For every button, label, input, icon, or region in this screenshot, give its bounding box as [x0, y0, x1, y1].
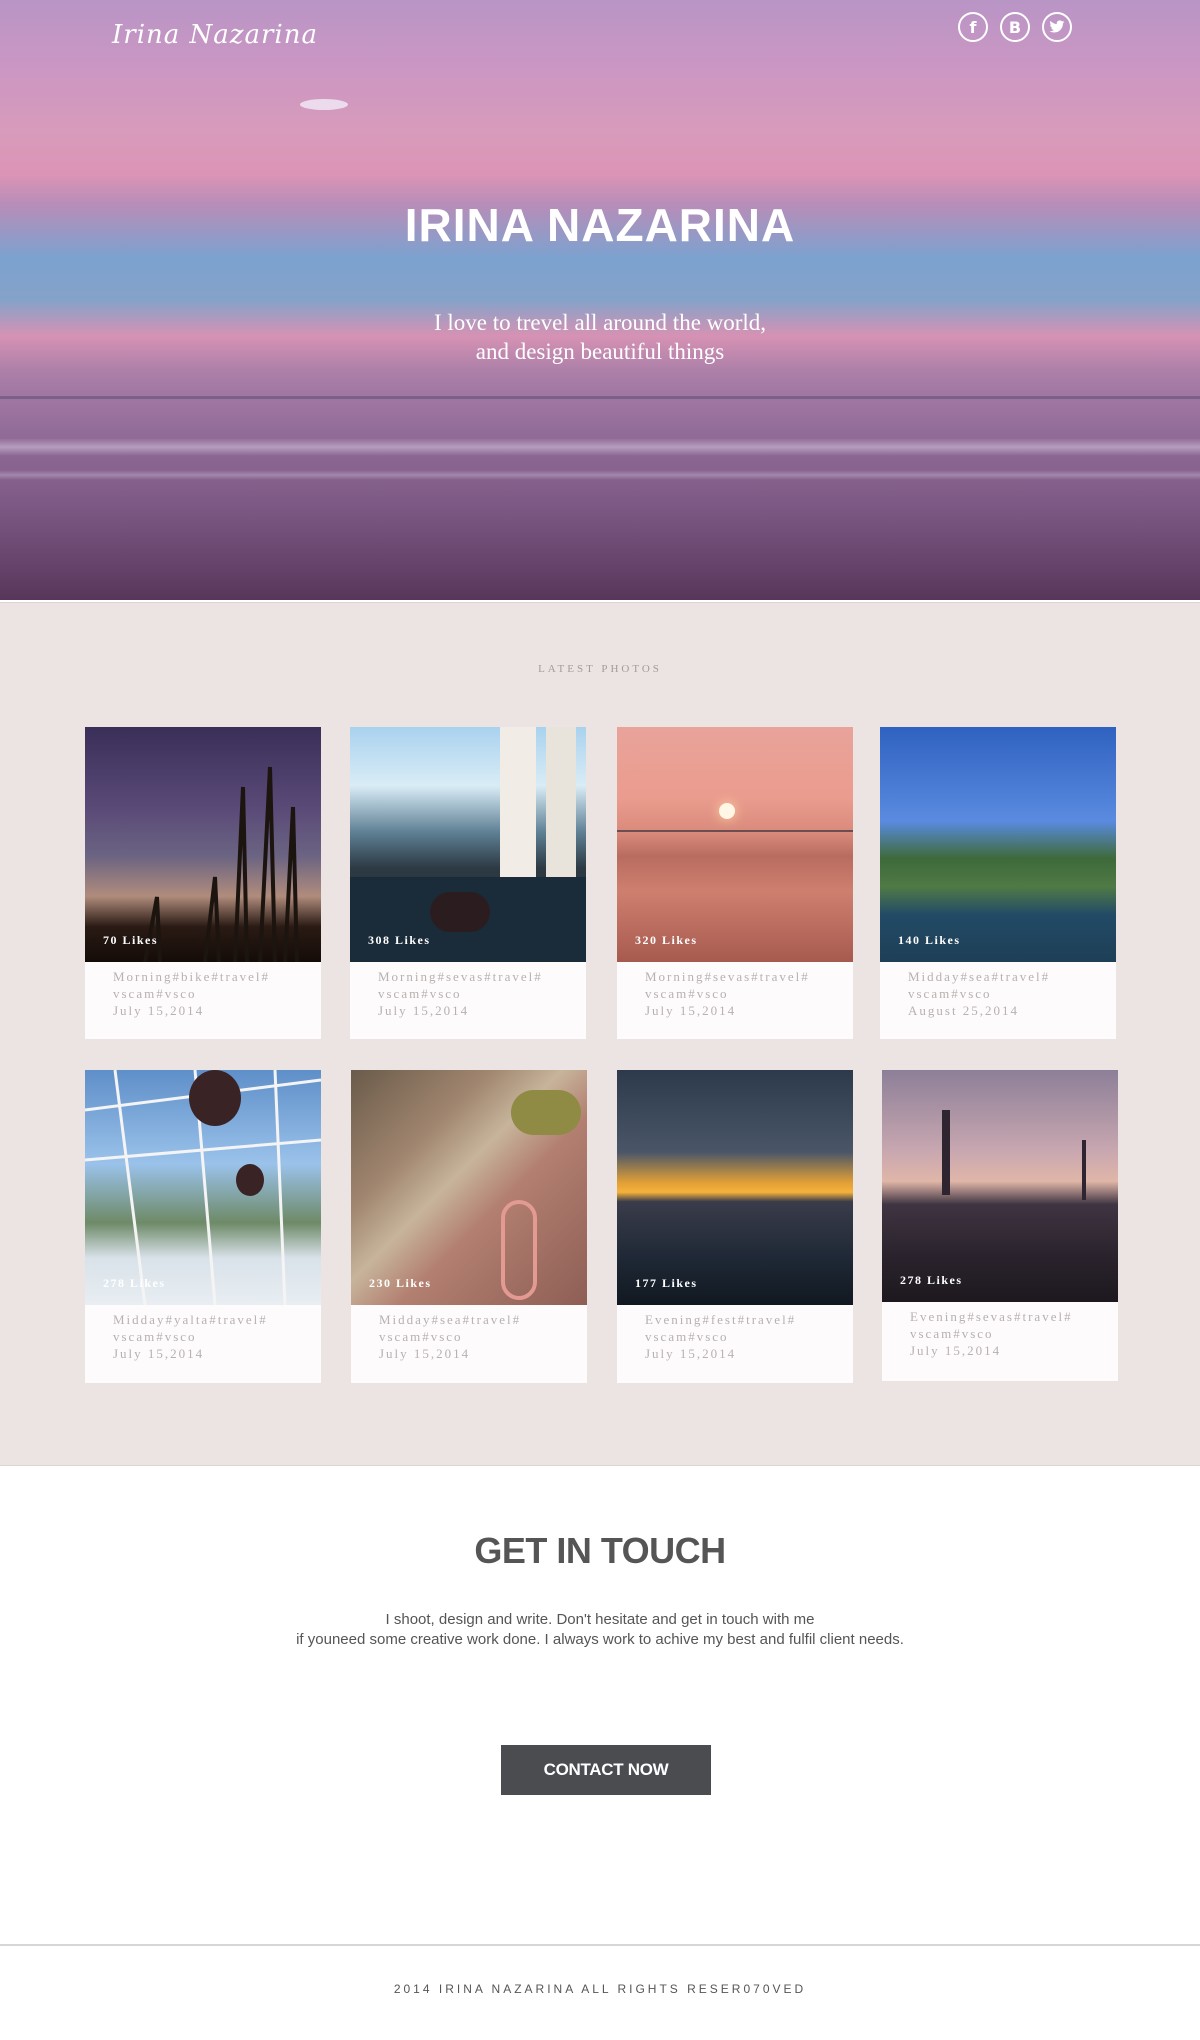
- contact-text-line: I shoot, design and write. Don't hesitat…: [385, 1611, 815, 1628]
- contact-title: GET IN TOUCH: [474, 1530, 726, 1571]
- photo-thumbnail[interactable]: 278 Likes: [882, 1070, 1118, 1302]
- photo-tags: Morning#sevas#travel#: [645, 969, 810, 984]
- photo-thumbnail[interactable]: 278 Likes: [85, 1070, 321, 1305]
- photo-tags: Evening#fest#travel#: [645, 1312, 797, 1327]
- photo-meta: Morning#sevas#travel# vscam#vsco July 15…: [617, 962, 853, 1037]
- photo-card[interactable]: 140 Likes Midday#sea#travel# vscam#vsco …: [880, 727, 1116, 1039]
- horizon-line: [617, 830, 853, 832]
- twitter-bird-icon: [1049, 20, 1065, 33]
- photo-date: July 15,2014: [645, 1003, 737, 1018]
- photo-tags: Midday#yalta#travel#: [113, 1312, 268, 1327]
- photo-meta: Midday#yalta#travel# vscam#vsco July 15,…: [85, 1305, 321, 1380]
- contact-now-button[interactable]: CONTACT NOW: [501, 1745, 711, 1795]
- wave-foam: [0, 438, 1200, 456]
- twitter-icon[interactable]: [1042, 12, 1072, 42]
- photo-date: July 15,2014: [910, 1343, 1002, 1358]
- site-logo[interactable]: Irina Nazarina: [112, 20, 318, 50]
- photo-card[interactable]: 320 Likes Morning#sevas#travel# vscam#vs…: [617, 727, 853, 1039]
- photo-tags: Midday#sea#travel#: [908, 969, 1051, 984]
- contact-text: I shoot, design and write. Don't hesitat…: [0, 1610, 1200, 1650]
- photo-meta: Midday#sea#travel# vscam#vsco August 25,…: [880, 962, 1116, 1037]
- photo-tags: vscam#vsco: [645, 1329, 729, 1344]
- photo-card[interactable]: 308 Likes Morning#sevas#travel# vscam#vs…: [350, 727, 586, 1039]
- pavilion-frame: [85, 1070, 321, 1305]
- photo-tags: vscam#vsco: [908, 986, 992, 1001]
- photo-meta: Evening#fest#travel# vscam#vsco July 15,…: [617, 1305, 853, 1380]
- column-shape: [546, 727, 576, 877]
- hero-subtitle: I love to trevel all around the world, a…: [0, 308, 1200, 366]
- photo-tags: vscam#vsco: [113, 986, 197, 1001]
- photo-thumbnail[interactable]: 230 Likes: [351, 1070, 587, 1305]
- likes-count: 278 Likes: [103, 1276, 166, 1290]
- likes-count: 320 Likes: [635, 933, 698, 947]
- photo-tags: vscam#vsco: [378, 986, 462, 1001]
- photo-tags: Midday#sea#travel#: [379, 1312, 522, 1327]
- likes-count: 177 Likes: [635, 1276, 698, 1290]
- photo-tags: vscam#vsco: [645, 986, 729, 1001]
- latest-photos-section: LATEST PHOTOS 70 Likes Morning#bike#trav…: [0, 602, 1200, 1466]
- photo-tags: Evening#sevas#travel#: [910, 1309, 1073, 1324]
- photo-date: July 15,2014: [113, 1003, 205, 1018]
- moon-shape: [300, 99, 348, 110]
- hero-subtitle-line: and design beautiful things: [475, 339, 725, 364]
- likes-count: 308 Likes: [368, 933, 431, 947]
- sandal-shape: [501, 1200, 537, 1300]
- photo-tags: Morning#bike#travel#: [113, 969, 270, 984]
- photo-card[interactable]: 278 Likes Evening#sevas#travel# vscam#vs…: [882, 1070, 1118, 1381]
- photo-meta: Midday#sea#travel# vscam#vsco July 15,20…: [351, 1305, 587, 1380]
- photo-meta: Evening#sevas#travel# vscam#vsco July 15…: [882, 1302, 1118, 1377]
- facebook-icon[interactable]: f: [958, 12, 988, 42]
- photo-thumbnail[interactable]: 320 Likes: [617, 727, 853, 962]
- monument-shape: [942, 1110, 950, 1195]
- photo-meta: Morning#bike#travel# vscam#vsco July 15,…: [85, 962, 321, 1037]
- sun-shape: [719, 803, 735, 819]
- photo-card[interactable]: 278 Likes Midday#yalta#travel# vscam#vsc…: [85, 1070, 321, 1383]
- hero-title: IRINA NAZARINA: [404, 199, 796, 251]
- photo-card[interactable]: 230 Likes Midday#sea#travel# vscam#vsco …: [351, 1070, 587, 1383]
- behance-icon[interactable]: B: [1000, 12, 1030, 42]
- photo-tags: vscam#vsco: [113, 1329, 197, 1344]
- wave-foam: [0, 470, 1200, 480]
- photo-date: August 25,2014: [908, 1003, 1020, 1018]
- lamppost-shape: [1082, 1140, 1086, 1200]
- moss-rock-shape: [511, 1090, 581, 1135]
- photo-date: July 15,2014: [379, 1346, 471, 1361]
- photo-thumbnail[interactable]: 308 Likes: [350, 727, 586, 962]
- hero-banner: Irina Nazarina f B IRINA NAZARINA I love…: [0, 0, 1200, 600]
- hero-subtitle-line: I love to trevel all around the world,: [433, 310, 767, 335]
- photo-card[interactable]: 177 Likes Evening#fest#travel# vscam#vsc…: [617, 1070, 853, 1383]
- contact-text-line: if youneed some creative work done. I al…: [296, 1631, 904, 1648]
- likes-count: 70 Likes: [103, 933, 159, 947]
- column-shape: [500, 727, 536, 887]
- photo-thumbnail[interactable]: 70 Likes: [85, 727, 321, 962]
- likes-count: 278 Likes: [900, 1273, 963, 1287]
- photo-tags: Morning#sevas#travel#: [378, 969, 543, 984]
- footer-divider: [0, 1944, 1200, 1946]
- photo-thumbnail[interactable]: 140 Likes: [880, 727, 1116, 962]
- likes-count: 140 Likes: [898, 933, 961, 947]
- photo-thumbnail[interactable]: 177 Likes: [617, 1070, 853, 1305]
- photo-tags: vscam#vsco: [910, 1326, 994, 1341]
- photo-tags: vscam#vsco: [379, 1329, 463, 1344]
- grass-silhouette: [143, 766, 299, 962]
- photo-card[interactable]: 70 Likes Morning#bike#travel# vscam#vsco…: [85, 727, 321, 1039]
- social-links: f B: [958, 12, 1072, 42]
- footer-copyright: 2014 IRINA NAZARINA ALL RIGHTS RESER070V…: [393, 1982, 807, 1996]
- photo-date: July 15,2014: [645, 1346, 737, 1361]
- photo-date: July 15,2014: [378, 1003, 470, 1018]
- section-label: LATEST PHOTOS: [538, 663, 662, 675]
- horizon-line: [0, 396, 1200, 399]
- photo-meta: Morning#sevas#travel# vscam#vsco July 15…: [350, 962, 586, 1037]
- likes-count: 230 Likes: [369, 1276, 432, 1290]
- photo-date: July 15,2014: [113, 1346, 205, 1361]
- dessert-shape: [430, 892, 490, 932]
